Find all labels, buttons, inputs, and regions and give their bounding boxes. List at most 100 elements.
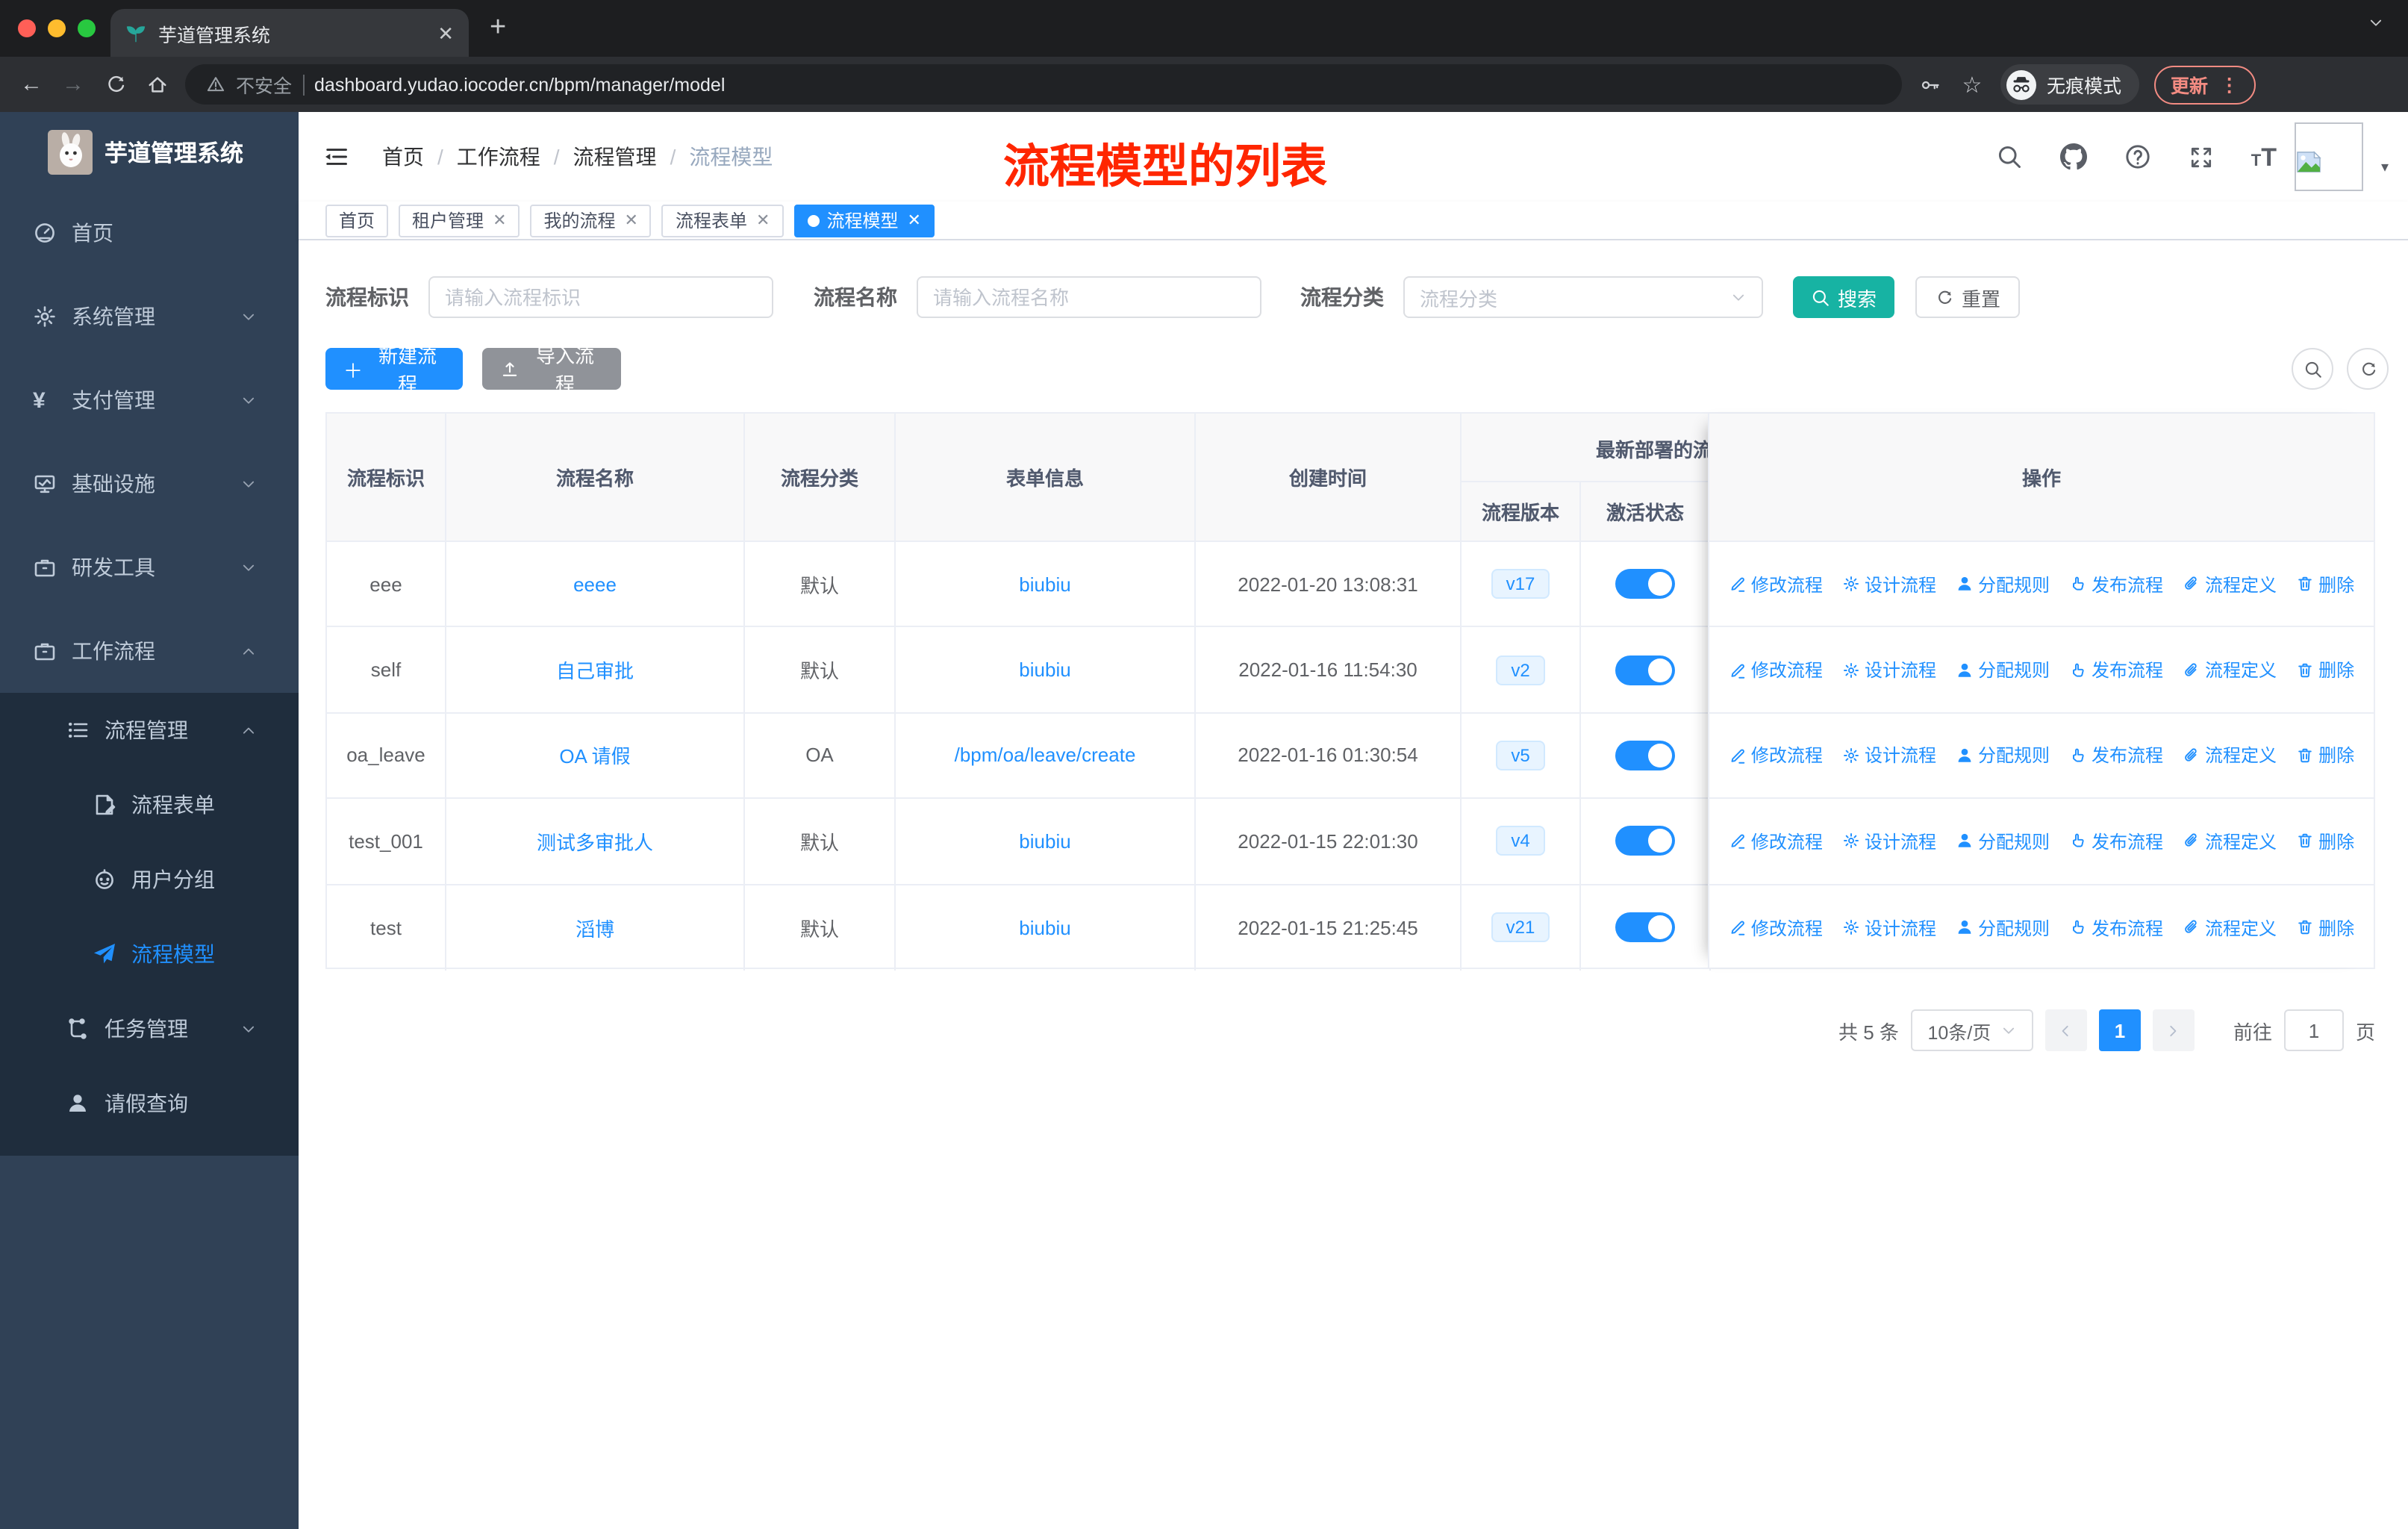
zoom-window-button[interactable] xyxy=(78,19,96,37)
sidebar-item-process-model[interactable]: 流程模型 xyxy=(0,917,299,991)
cell-process-name-link[interactable]: 滔博 xyxy=(576,914,614,942)
prev-page-button[interactable] xyxy=(2044,1009,2087,1051)
delete-action-link[interactable]: 删除 xyxy=(2296,915,2354,941)
cell-process-name-link[interactable]: OA 请假 xyxy=(559,741,630,770)
fullscreen-icon[interactable] xyxy=(2189,144,2214,169)
tab-close-icon[interactable]: ✕ xyxy=(437,23,454,43)
sidebar-item-system-mgmt[interactable]: 系统管理 xyxy=(0,275,299,358)
activation-toggle[interactable] xyxy=(1615,912,1675,943)
sidebar-item-workflow[interactable]: 工作流程 xyxy=(0,609,299,693)
goto-page-input[interactable] xyxy=(2283,1009,2344,1051)
definition-action-link[interactable]: 流程定义 xyxy=(2183,743,2277,768)
forward-icon[interactable]: → xyxy=(60,71,87,98)
publish-action-link[interactable]: 发布流程 xyxy=(2069,571,2163,597)
sidebar-item-process-mgmt[interactable]: 流程管理 xyxy=(0,693,299,767)
cell-form-info-link[interactable]: biubiu xyxy=(1019,830,1070,853)
tag-我的流程[interactable]: 我的流程 ✕ xyxy=(530,204,652,237)
close-window-button[interactable] xyxy=(18,19,36,37)
tag-首页[interactable]: 首页 xyxy=(325,204,389,237)
definition-action-link[interactable]: 流程定义 xyxy=(2183,829,2277,854)
delete-action-link[interactable]: 删除 xyxy=(2296,829,2354,854)
search-icon[interactable] xyxy=(1996,143,2023,170)
tag-close-icon[interactable]: ✕ xyxy=(756,211,770,230)
new-tab-button[interactable]: + xyxy=(490,12,506,45)
assign-rule-action-link[interactable]: 分配规则 xyxy=(1956,915,2050,941)
sidebar-item-dev-tools[interactable]: 研发工具 xyxy=(0,526,299,609)
font-size-icon[interactable]: TT xyxy=(2251,144,2277,169)
definition-action-link[interactable]: 流程定义 xyxy=(2183,571,2277,597)
modify-action-link[interactable]: 修改流程 xyxy=(1729,829,1823,854)
bookmark-star-icon[interactable]: ☆ xyxy=(1959,71,1986,98)
address-bar[interactable]: 不安全 dashboard.yudao.iocoder.cn/bpm/manag… xyxy=(185,64,1902,105)
delete-action-link[interactable]: 删除 xyxy=(2296,743,2354,768)
modify-action-link[interactable]: 修改流程 xyxy=(1729,915,1823,941)
import-process-button[interactable]: 导入流程 xyxy=(482,345,621,396)
process-name-input[interactable] xyxy=(917,276,1261,318)
process-key-input[interactable] xyxy=(428,276,773,318)
sidebar-item-user-group[interactable]: 用户分组 xyxy=(0,842,299,917)
design-action-link[interactable]: 设计流程 xyxy=(1842,571,1936,597)
tag-流程表单[interactable]: 流程表单 ✕ xyxy=(661,204,784,237)
tab-search-icon[interactable] xyxy=(2368,15,2384,31)
next-page-button[interactable] xyxy=(2152,1009,2195,1051)
assign-rule-action-link[interactable]: 分配规则 xyxy=(1956,571,2050,597)
minimize-window-button[interactable] xyxy=(48,19,66,37)
assign-rule-action-link[interactable]: 分配规则 xyxy=(1956,829,2050,854)
activation-toggle[interactable] xyxy=(1615,569,1675,600)
publish-action-link[interactable]: 发布流程 xyxy=(2069,829,2163,854)
modify-action-link[interactable]: 修改流程 xyxy=(1729,743,1823,768)
tag-租户管理[interactable]: 租户管理 ✕ xyxy=(399,204,520,237)
url-text[interactable]: dashboard.yudao.iocoder.cn/bpm/manager/m… xyxy=(314,74,725,95)
sidebar-item-leave-query[interactable]: 请假查询 xyxy=(0,1066,299,1141)
cell-process-name-link[interactable]: 自己审批 xyxy=(556,655,634,684)
github-icon[interactable] xyxy=(2059,143,2087,170)
design-action-link[interactable]: 设计流程 xyxy=(1842,829,1936,854)
hamburger-icon[interactable] xyxy=(322,143,349,170)
kebab-menu-icon[interactable]: ⋮ xyxy=(2220,73,2239,96)
page-size-select[interactable]: 10条/页 xyxy=(1910,1009,2033,1051)
sidebar-item-home[interactable]: 首页 xyxy=(0,191,299,275)
activation-toggle[interactable] xyxy=(1615,826,1675,856)
publish-action-link[interactable]: 发布流程 xyxy=(2069,915,2163,941)
sidebar-item-process-form[interactable]: 流程表单 xyxy=(0,767,299,842)
definition-action-link[interactable]: 流程定义 xyxy=(2183,915,2277,941)
browser-update-button[interactable]: 更新 ⋮ xyxy=(2154,65,2256,104)
table-refresh-button[interactable] xyxy=(2347,348,2389,390)
search-button[interactable]: 搜索 xyxy=(1793,276,1895,318)
reload-icon[interactable] xyxy=(102,71,128,98)
cell-form-info-link[interactable]: /bpm/oa/leave/create xyxy=(955,744,1136,767)
tag-close-icon[interactable]: ✕ xyxy=(493,211,506,230)
breadcrumb-item[interactable]: 首页 xyxy=(382,142,424,172)
cell-process-name-link[interactable]: 测试多审批人 xyxy=(537,827,653,856)
modify-action-link[interactable]: 修改流程 xyxy=(1729,571,1823,597)
current-page-button[interactable]: 1 xyxy=(2098,1009,2141,1051)
avatar-caret-icon[interactable]: ▾ xyxy=(2381,160,2389,176)
key-icon[interactable] xyxy=(1917,71,1944,98)
design-action-link[interactable]: 设计流程 xyxy=(1842,915,1936,941)
cell-form-info-link[interactable]: biubiu xyxy=(1019,573,1070,595)
activation-toggle[interactable] xyxy=(1615,740,1675,770)
cell-form-info-link[interactable]: biubiu xyxy=(1019,917,1070,939)
design-action-link[interactable]: 设计流程 xyxy=(1842,657,1936,682)
tag-close-icon[interactable]: ✕ xyxy=(625,211,638,230)
breadcrumb-item[interactable]: 工作流程 xyxy=(457,142,540,172)
assign-rule-action-link[interactable]: 分配规则 xyxy=(1956,743,2050,768)
assign-rule-action-link[interactable]: 分配规则 xyxy=(1956,657,2050,682)
delete-action-link[interactable]: 删除 xyxy=(2296,657,2354,682)
cell-form-info-link[interactable]: biubiu xyxy=(1019,658,1070,681)
publish-action-link[interactable]: 发布流程 xyxy=(2069,743,2163,768)
modify-action-link[interactable]: 修改流程 xyxy=(1729,657,1823,682)
sidebar-item-task-mgmt[interactable]: 任务管理 xyxy=(0,991,299,1066)
sidebar-item-infrastructure[interactable]: 基础设施 xyxy=(0,442,299,526)
window-controls[interactable] xyxy=(18,19,96,37)
sidebar-item-payment-mgmt[interactable]: ¥ 支付管理 xyxy=(0,358,299,442)
security-label[interactable]: 不安全 xyxy=(236,70,292,99)
help-icon[interactable] xyxy=(2124,143,2151,170)
avatar[interactable] xyxy=(2295,122,2363,191)
table-search-button[interactable] xyxy=(2292,348,2333,390)
design-action-link[interactable]: 设计流程 xyxy=(1842,743,1936,768)
home-icon[interactable] xyxy=(143,71,170,98)
definition-action-link[interactable]: 流程定义 xyxy=(2183,657,2277,682)
cell-process-name-link[interactable]: eeee xyxy=(573,573,617,595)
tag-close-icon[interactable]: ✕ xyxy=(907,211,920,230)
